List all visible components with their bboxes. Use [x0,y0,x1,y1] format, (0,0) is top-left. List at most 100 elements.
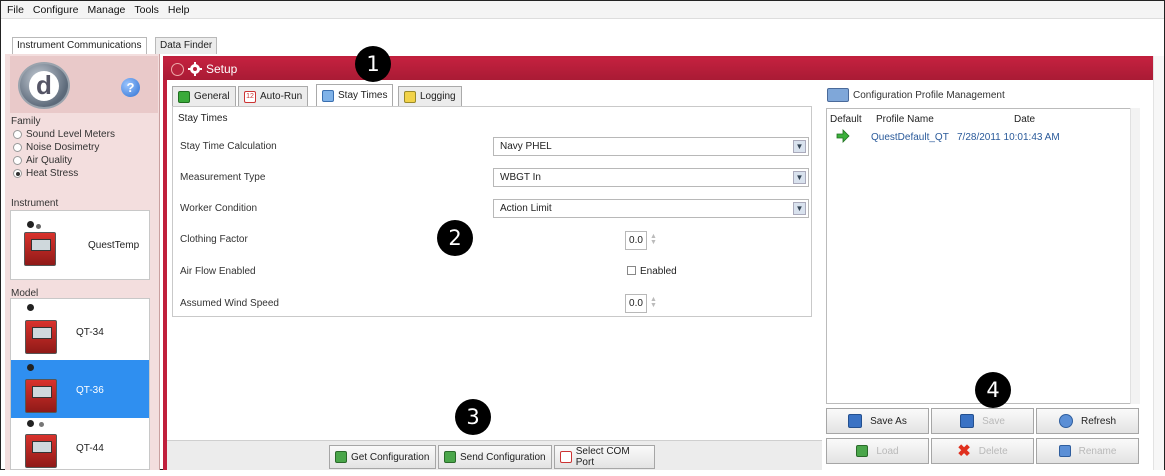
questtemp-device-icon [24,232,56,266]
save-button[interactable]: Save [931,408,1034,434]
wind-speed-input[interactable]: 0.0 [625,294,647,313]
model-item-qt-36[interactable]: QT-36 [11,360,149,418]
qt-36-device-icon [25,379,57,413]
table-icon [322,89,334,102]
profile-management-label: Configuration Profile Management [853,89,1005,101]
probe-icon [39,422,44,427]
menu-configure[interactable]: Configure [33,4,79,16]
profile-list-scrollbar[interactable] [1130,108,1140,404]
worker-condition-select[interactable]: Action Limit ▼ [493,199,809,218]
probe-icon [36,224,41,229]
callout-badge-4: 4 [975,372,1011,408]
calendar-icon: 12 [244,90,256,103]
clothing-factor-label: Clothing Factor [180,234,248,245]
tab-general[interactable]: General [172,86,236,106]
air-flow-checkbox-label: Enabled [640,266,677,277]
stay-time-calculation-label: Stay Time Calculation [180,141,277,152]
tab-instrument-communications[interactable]: Instrument Communications [12,37,147,55]
probe-icon [27,364,34,371]
menu-manage[interactable]: Manage [87,4,125,16]
button-label: Rename [1078,445,1117,457]
tab-data-finder[interactable]: Data Finder [155,37,218,54]
stay-time-calculation-select[interactable]: Navy PHEL ▼ [493,137,809,156]
tab-stay-times[interactable]: Stay Times [316,84,394,106]
worker-condition-label: Worker Condition [180,203,258,214]
default-arrow-icon [836,129,850,143]
rename-icon [1058,445,1071,457]
radio-selected-icon[interactable] [13,169,22,178]
delete-button[interactable]: ✖ Delete [931,438,1034,464]
select-com-port-button[interactable]: Select COM Port [554,445,655,469]
stepper-icon[interactable]: ▲ ▼ [650,233,657,246]
main-scrollbar[interactable] [1153,56,1164,470]
refresh-icon [1058,414,1073,428]
family-option-heat-stress[interactable]: Heat Stress [13,168,78,179]
radio-icon[interactable] [13,130,22,139]
get-configuration-button[interactable]: Get Configuration [329,445,436,469]
button-label: Delete [978,445,1008,457]
model-item-qt-34[interactable]: QT-34 [11,302,149,360]
send-configuration-button[interactable]: Send Configuration [438,445,552,469]
model-label: QT-34 [76,327,104,338]
family-option-label: Air Quality [26,155,73,166]
tab-label: General [194,91,230,102]
air-flow-checkbox[interactable] [627,266,636,275]
help-icon[interactable]: ? [121,78,140,97]
instrument-name: QuestTemp [88,240,140,251]
radio-icon[interactable] [13,156,22,165]
load-button[interactable]: Load [826,438,929,464]
port-icon [560,451,572,463]
pencil-icon [404,90,416,103]
button-label: Load [876,445,899,457]
select-value: WBGT In [500,172,541,183]
family-heading: Family [11,116,41,127]
family-option-sound-level-meters[interactable]: Sound Level Meters [13,129,115,140]
instrument-heading: Instrument [11,198,59,209]
measurement-type-select[interactable]: WBGT In ▼ [493,168,809,187]
model-item-qt-44[interactable]: QT-44 [11,418,149,476]
button-label: Refresh [1080,415,1116,427]
model-label: QT-36 [76,385,104,396]
menu-file[interactable]: File [7,4,24,16]
logo-d-glyph: d [29,71,59,101]
probe-icon [27,420,34,427]
select-value: Action Limit [500,203,552,214]
family-option-label: Noise Dosimetry [26,142,100,153]
save-as-button[interactable]: Save As [826,408,929,434]
family-option-noise-dosimetry[interactable]: Noise Dosimetry [13,142,99,153]
upload-icon [444,451,456,463]
menu-help[interactable]: Help [168,4,190,16]
measurement-type-label: Measurement Type [180,172,266,183]
callout-badge-2: 2 [437,220,473,256]
profile-list [826,108,1140,404]
chevron-down-icon[interactable]: ▼ [793,140,806,153]
clothing-factor-input[interactable]: 0.0 [625,231,647,250]
button-label: Get Configuration [351,451,430,463]
profile-management-title: Configuration Profile Management [827,88,1005,102]
tab-auto-run[interactable]: 12 Auto-Run [238,86,309,106]
rename-button[interactable]: Rename [1036,438,1139,464]
general-icon [178,90,190,103]
stepper-icon[interactable]: ▲ ▼ [650,296,657,309]
model-label: QT-44 [76,443,104,454]
profile-name-cell[interactable]: QuestDefault_QT [871,132,949,143]
family-option-air-quality[interactable]: Air Quality [13,155,72,166]
profile-icon [827,88,849,102]
tab-logging[interactable]: Logging [398,86,462,106]
menu-tools[interactable]: Tools [134,4,159,16]
setup-title: Setup [206,62,238,76]
chevron-down-icon[interactable]: ▼ [793,202,806,215]
column-default: Default [830,114,862,125]
collapse-icon[interactable] [171,62,184,76]
radio-icon[interactable] [13,143,22,152]
column-profile-name: Profile Name [876,114,934,125]
menu-bar: File Configure Manage Tools Help [1,1,1164,19]
probe-icon [27,221,34,228]
refresh-button[interactable]: Refresh [1036,408,1139,434]
qt-34-device-icon [25,320,57,354]
column-date: Date [1014,114,1036,125]
chevron-down-icon[interactable]: ▼ [793,171,806,184]
qt-44-device-icon [25,434,57,468]
select-value: Navy PHEL [500,141,552,152]
family-option-label: Heat Stress [26,168,79,179]
